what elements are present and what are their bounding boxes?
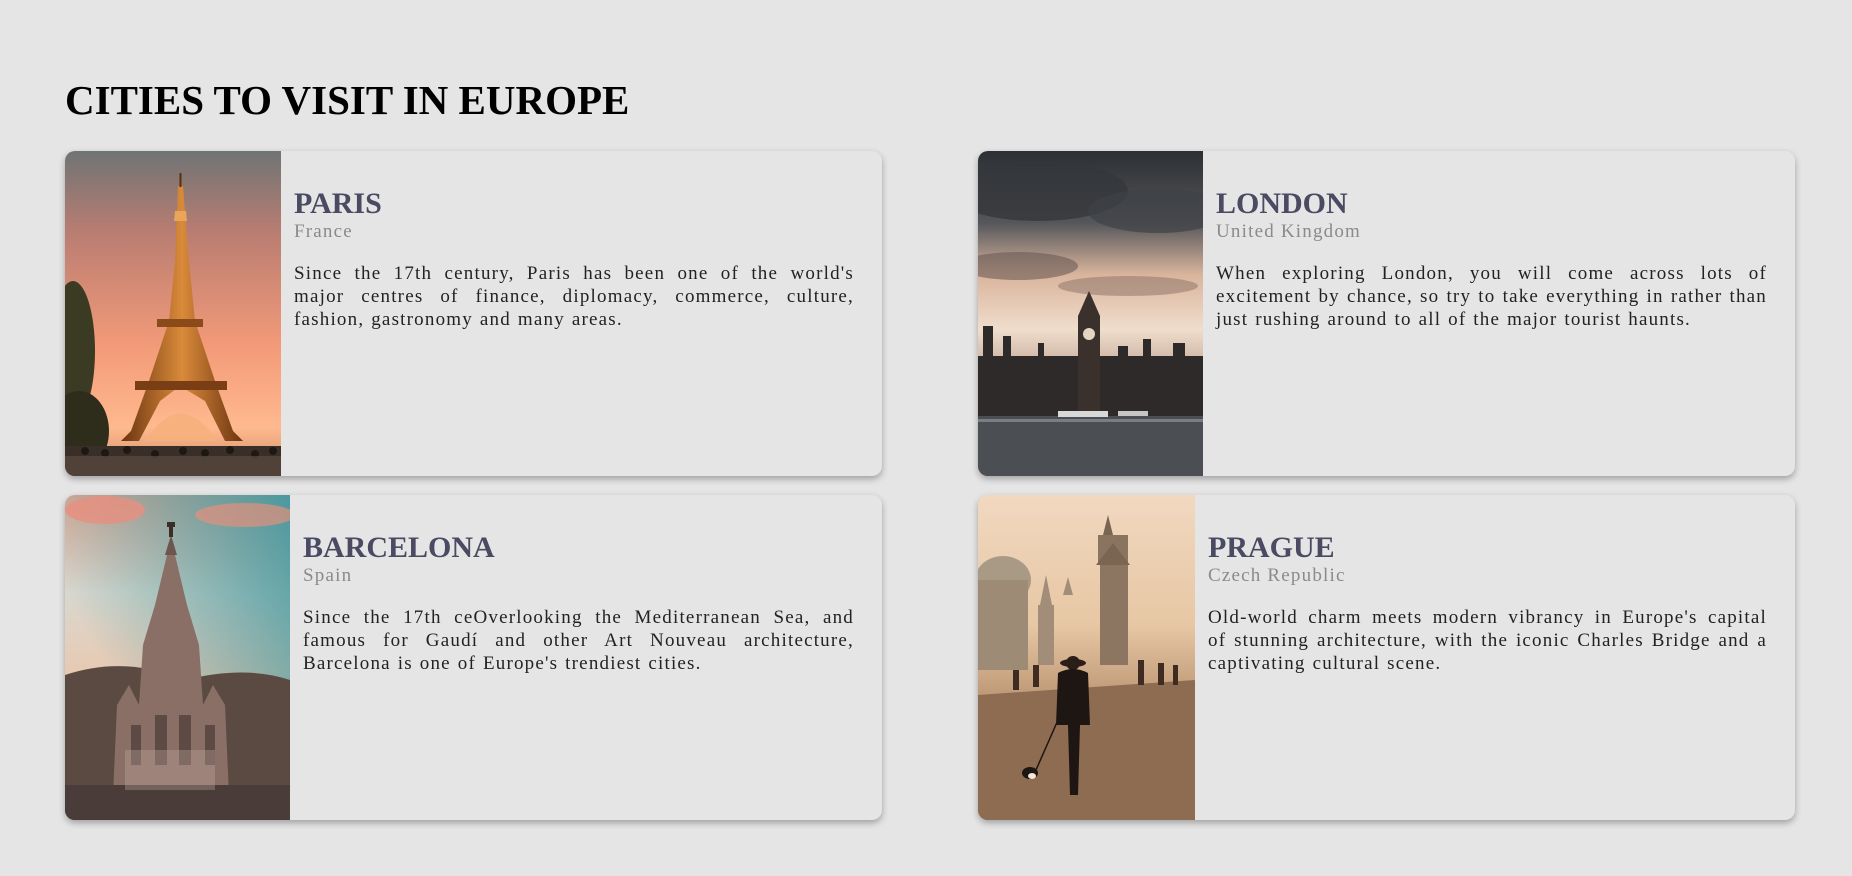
city-name: PARIS — [294, 187, 382, 220]
city-description: Since the 17th century, Paris has been o… — [294, 263, 854, 330]
card-body: PARIS France Since the 17th century, Par… — [281, 151, 882, 476]
card-body: PRAGUE Czech Republic Old-world charm me… — [1195, 495, 1795, 820]
page-title: CITIES TO VISIT IN EUROPE — [65, 77, 630, 123]
city-description: Old-world charm meets modern vibrancy in… — [1208, 607, 1767, 674]
prague-image — [978, 495, 1195, 820]
city-name: BARCELONA — [303, 531, 495, 564]
country-name: France — [294, 221, 353, 242]
city-card-london[interactable]: LONDON United Kingdom When exploring Lon… — [978, 151, 1795, 476]
card-body: LONDON United Kingdom When exploring Lon… — [1203, 151, 1795, 476]
city-card-barcelona[interactable]: BARCELONA Spain Since the 17th ceOverloo… — [65, 495, 882, 820]
barcelona-image — [65, 495, 290, 820]
city-card-paris[interactable]: PARIS France Since the 17th century, Par… — [65, 151, 882, 476]
card-body: BARCELONA Spain Since the 17th ceOverloo… — [290, 495, 882, 820]
city-name: PRAGUE — [1208, 531, 1335, 564]
paris-image — [65, 151, 281, 476]
country-name: United Kingdom — [1216, 221, 1362, 242]
city-description: When exploring London, you will come acr… — [1216, 263, 1767, 330]
city-description: Since the 17th ceOverlooking the Mediter… — [303, 607, 854, 674]
country-name: Spain — [303, 565, 353, 586]
country-name: Czech Republic — [1208, 565, 1346, 586]
city-card-prague[interactable]: PRAGUE Czech Republic Old-world charm me… — [978, 495, 1795, 820]
london-image — [978, 151, 1203, 476]
city-name: LONDON — [1216, 187, 1348, 220]
